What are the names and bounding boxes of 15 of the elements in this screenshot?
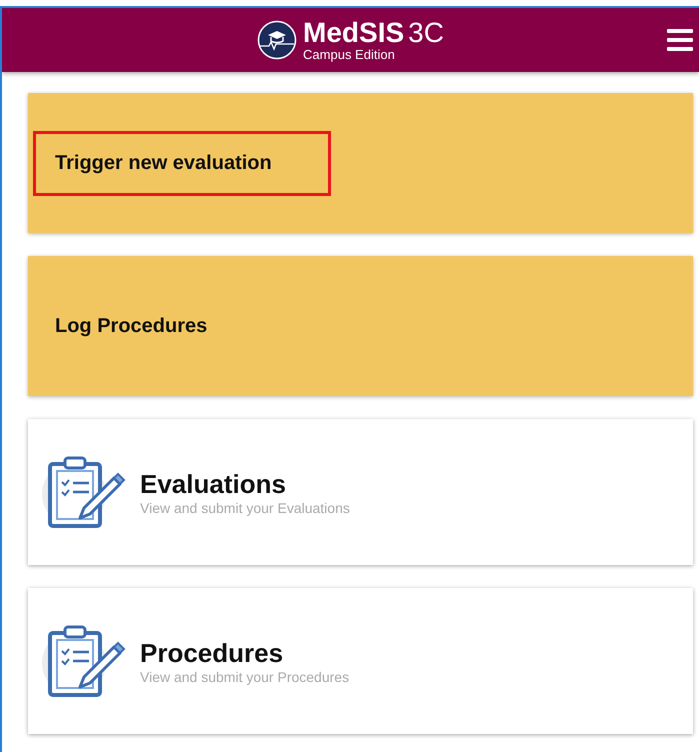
module-subtitle: View and submit your Evaluations xyxy=(140,500,350,516)
edition-label: Campus Edition xyxy=(303,48,396,61)
module-title: Evaluations xyxy=(140,468,287,500)
version-label: 3C xyxy=(408,19,444,47)
module-card[interactable]: Evaluations View and submit your Evaluations xyxy=(28,419,693,565)
module-title: Procedures xyxy=(140,638,284,668)
brand-name: MedSIS xyxy=(303,19,404,47)
logo-icon xyxy=(257,20,298,60)
module-card[interactable]: Procedures View and submit your Procedures xyxy=(28,588,693,734)
module-subtitle: View and submit your Procedures xyxy=(140,668,350,684)
menu-button[interactable] xyxy=(665,26,695,54)
action-card[interactable]: Trigger new evaluation xyxy=(28,93,693,233)
action-label: Log Procedures xyxy=(54,314,208,338)
action-label: Trigger new evaluation xyxy=(33,130,331,196)
action-card[interactable]: Log Procedures xyxy=(28,256,693,396)
